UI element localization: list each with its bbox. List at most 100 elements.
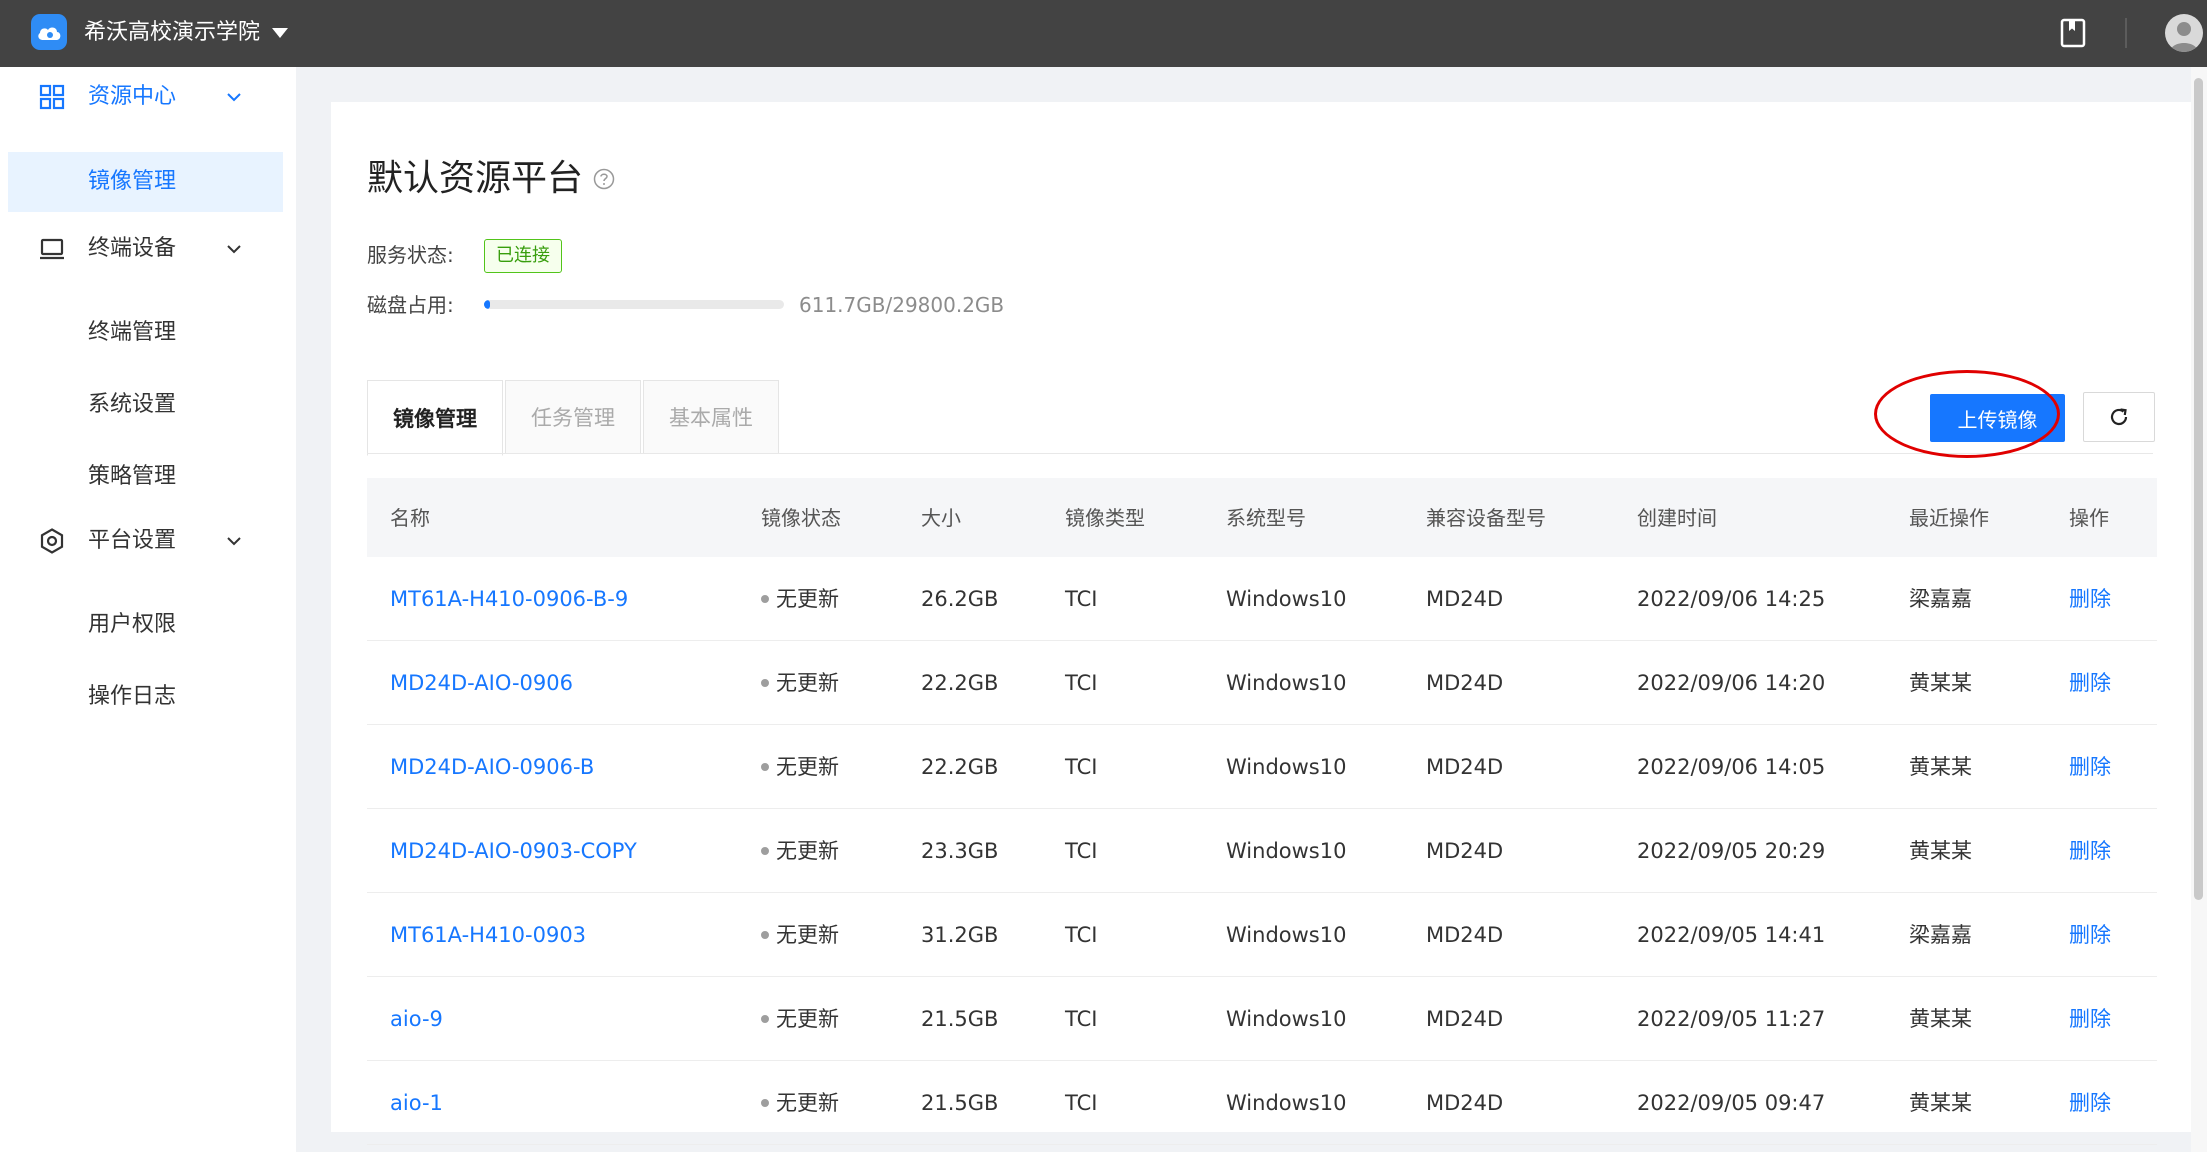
sidebar-item-system-settings[interactable]: 系统设置 — [8, 375, 283, 435]
delete-link[interactable]: 删除 — [2069, 641, 2111, 724]
image-type: TCI — [1065, 1006, 1098, 1031]
delete-link[interactable]: 删除 — [2069, 725, 2111, 808]
disk-usage-label: 磁盘占用: — [367, 293, 454, 317]
image-name-link[interactable]: MT61A-H410-0906-B-9 — [390, 557, 628, 640]
image-status: 无更新 — [761, 725, 839, 808]
delete-link[interactable]: 删除 — [2069, 977, 2111, 1060]
sidebar-item-user-permissions[interactable]: 用户权限 — [8, 595, 283, 655]
last-operator: 黄某某 — [1909, 754, 1972, 779]
status-text: 无更新 — [776, 670, 839, 695]
table-row: MD24D-AIO-0906-B 无更新 22.2GB TCI Windows1… — [367, 725, 2157, 809]
last-operator: 黄某某 — [1909, 1090, 1972, 1115]
delete-link[interactable]: 删除 — [2069, 1061, 2111, 1144]
image-size: 31.2GB — [921, 922, 999, 947]
service-status-label: 服务状态: — [367, 243, 454, 267]
sidebar: 资源中心 镜像管理 终端设备 终端管理 系统设置 策略管理 平台设置 用户权限 … — [0, 67, 296, 1152]
monitor-icon — [40, 238, 64, 260]
image-name-link[interactable]: aio-1 — [390, 1061, 443, 1144]
status-dot-icon — [761, 1014, 769, 1023]
tab-bar: 镜像管理 任务管理 基本属性 — [367, 380, 781, 456]
image-type: TCI — [1065, 670, 1098, 695]
column-header: 最近操作 — [1909, 505, 1989, 530]
avatar-icon[interactable] — [2165, 14, 2203, 52]
status-text: 无更新 — [776, 838, 839, 863]
image-type: TCI — [1065, 586, 1098, 611]
sidebar-group-label: 资源中心 — [88, 84, 177, 109]
image-status: 无更新 — [761, 893, 839, 976]
image-size: 21.5GB — [921, 1006, 999, 1031]
tab-task-management[interactable]: 任务管理 — [505, 380, 641, 454]
table-row: MT61A-H410-0903 无更新 31.2GB TCI Windows10… — [367, 893, 2157, 977]
sidebar-item-terminal-management[interactable]: 终端管理 — [8, 303, 283, 363]
image-name-link[interactable]: MD24D-AIO-0906-B — [390, 725, 594, 808]
page-scrollbar-thumb[interactable] — [2194, 78, 2203, 900]
created-time: 2022/09/05 11:27 — [1637, 1006, 1826, 1031]
image-type: TCI — [1065, 754, 1098, 779]
image-name-link[interactable]: MT61A-H410-0903 — [390, 893, 586, 976]
table-row: MD24D-AIO-0906 无更新 22.2GB TCI Windows10 … — [367, 641, 2157, 725]
image-table: 名称 镜像状态 大小 镜像类型 系统型号 兼容设备型号 创建时间 最近操作 操作… — [367, 478, 2157, 1145]
system-model: Windows10 — [1226, 922, 1347, 947]
logo-icon — [31, 14, 67, 50]
sidebar-group-resource-center[interactable]: 资源中心 — [0, 67, 296, 127]
table-row: aio-1 无更新 21.5GB TCI Windows10 MD24D 202… — [367, 1061, 2157, 1145]
image-size: 26.2GB — [921, 586, 999, 611]
disk-usage-fill — [484, 300, 491, 309]
chevron-down-icon — [227, 93, 241, 102]
status-dot-icon — [761, 1098, 769, 1107]
tab-image-management[interactable]: 镜像管理 — [367, 380, 503, 456]
sidebar-item-label: 系统设置 — [88, 392, 177, 417]
help-icon[interactable] — [593, 168, 615, 190]
table-header: 名称 镜像状态 大小 镜像类型 系统型号 兼容设备型号 创建时间 最近操作 操作 — [367, 478, 2157, 557]
status-dot-icon — [761, 930, 769, 939]
column-header: 名称 — [390, 505, 430, 530]
status-dot-icon — [761, 678, 769, 687]
sidebar-item-label: 操作日志 — [88, 684, 177, 709]
image-size: 22.2GB — [921, 754, 999, 779]
column-header: 兼容设备型号 — [1426, 505, 1546, 530]
created-time: 2022/09/05 20:29 — [1637, 838, 1826, 863]
image-name-link[interactable]: MD24D-AIO-0906 — [390, 641, 573, 724]
system-model: Windows10 — [1226, 670, 1347, 695]
delete-link[interactable]: 删除 — [2069, 809, 2111, 892]
status-text: 无更新 — [776, 754, 839, 779]
sidebar-item-policy-management[interactable]: 策略管理 — [8, 447, 283, 507]
book-icon[interactable] — [2060, 18, 2086, 48]
grid-icon — [39, 84, 65, 110]
compatible-device: MD24D — [1426, 1006, 1504, 1031]
delete-link[interactable]: 删除 — [2069, 893, 2111, 976]
image-type: TCI — [1065, 838, 1098, 863]
last-operator: 黄某某 — [1909, 838, 1972, 863]
image-type: TCI — [1065, 1090, 1098, 1115]
tab-divider — [367, 453, 2153, 454]
sidebar-item-image-management[interactable]: 镜像管理 — [8, 152, 283, 212]
delete-link[interactable]: 删除 — [2069, 557, 2111, 640]
org-switcher[interactable]: 希沃高校演示学院 — [84, 18, 289, 48]
status-text: 无更新 — [776, 1090, 839, 1115]
compatible-device: MD24D — [1426, 838, 1504, 863]
column-header: 创建时间 — [1637, 505, 1717, 530]
system-model: Windows10 — [1226, 754, 1347, 779]
image-size: 21.5GB — [921, 1090, 999, 1115]
refresh-button[interactable] — [2083, 392, 2155, 442]
image-name-link[interactable]: aio-9 — [390, 977, 443, 1060]
status-text: 无更新 — [776, 586, 839, 611]
created-time: 2022/09/05 14:41 — [1637, 922, 1826, 947]
status-text: 无更新 — [776, 922, 839, 947]
image-status: 无更新 — [761, 641, 839, 724]
status-badge: 已连接 — [484, 239, 562, 273]
sidebar-group-terminal-devices[interactable]: 终端设备 — [0, 219, 296, 279]
sidebar-group-platform-settings[interactable]: 平台设置 — [0, 511, 296, 571]
created-time: 2022/09/06 14:20 — [1637, 670, 1826, 695]
sidebar-item-operation-log[interactable]: 操作日志 — [8, 667, 283, 727]
system-model: Windows10 — [1226, 1090, 1347, 1115]
last-operator: 黄某某 — [1909, 1006, 1972, 1031]
compatible-device: MD24D — [1426, 670, 1504, 695]
compatible-device: MD24D — [1426, 586, 1504, 611]
image-name-link[interactable]: MD24D-AIO-0903-COPY — [390, 809, 637, 892]
sidebar-item-label: 用户权限 — [88, 612, 177, 637]
tab-basic-properties[interactable]: 基本属性 — [643, 380, 779, 454]
image-status: 无更新 — [761, 1061, 839, 1144]
status-dot-icon — [761, 594, 769, 603]
disk-usage-text: 611.7GB/29800.2GB — [799, 293, 1005, 317]
